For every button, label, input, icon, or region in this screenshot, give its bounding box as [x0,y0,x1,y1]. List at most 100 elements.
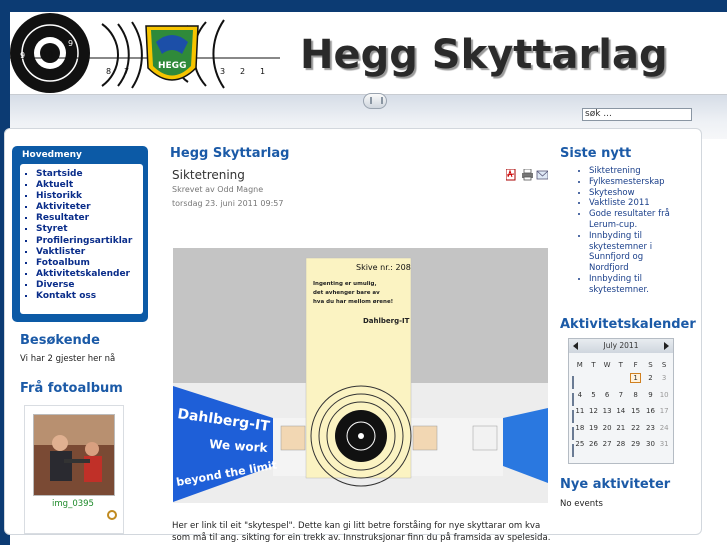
calendar-day[interactable]: 8 [628,387,644,404]
album-thumbnail: img_0395 [24,405,124,534]
calendar-day[interactable]: 5 [587,387,601,404]
quote-line: det avhenger bare av [313,290,380,296]
calendar-day-today[interactable]: 1 [628,370,644,387]
zoom-icon[interactable] [107,510,117,520]
calendar-day[interactable]: 16 [644,403,658,420]
search-input[interactable] [582,108,692,121]
main-menu-title: Hovedmeny [22,150,82,160]
calendar-day[interactable]: 25 [573,436,587,453]
calendar-day[interactable]: 13 [600,403,614,420]
weekday: F [633,360,638,369]
calendar-day[interactable]: 19 [587,420,601,437]
calendar-day[interactable]: 15 [628,403,644,420]
calendar-day[interactable]: 14 [614,403,628,420]
calendar-month: July 2011 [569,339,673,353]
news-title: Siste nytt [560,146,632,161]
calendar-day[interactable]: 31 [657,436,671,453]
calendar-day [600,370,614,387]
calendar-day[interactable]: 17 [657,403,671,420]
calendar-day[interactable]: 7 [614,387,628,404]
calendar-day[interactable]: 28 [614,436,628,453]
calendar-day[interactable]: 2 [644,370,658,387]
article-image[interactable]: Skive nr.: 208 Ingenting er umulig, det … [173,248,548,503]
news-item[interactable]: Innbyding til skytestemner i Sunnfjord o… [589,231,685,274]
calendar-day [573,370,587,387]
header-toggle-icon[interactable] [363,93,387,109]
news-item[interactable]: Gode resultater frå Lerum-cup. [589,209,685,231]
weekday: T [618,360,623,369]
menu-item-startside[interactable]: Startside [36,169,143,180]
calendar-grid: M T W T F S S 1 2 3 4 5 6 7 8 9 10 11 12… [573,359,671,453]
menu-item-diverse[interactable]: Diverse [36,280,143,291]
target-number: 2 [240,67,245,76]
album-caption[interactable]: img_0395 [25,499,121,509]
menu-item-styret[interactable]: Styret [36,224,143,235]
menu-item-fotoalbum[interactable]: Fotoalbum [36,258,143,269]
menu-item-resultater[interactable]: Resultater [36,213,143,224]
news-item[interactable]: Vaktliste 2011 [589,198,685,209]
calendar-day[interactable]: 20 [600,420,614,437]
menu-item-vaktlister[interactable]: Vaktlister [36,247,143,258]
album-photo[interactable] [33,414,115,496]
today-label: 1 [630,373,641,384]
calendar-day[interactable]: 23 [644,420,658,437]
site-title[interactable]: Hegg Skyttarlag [300,32,668,78]
news-item[interactable]: Fylkesmesterskap [589,177,685,188]
weekday: W [603,360,611,369]
menu-item-aktuelt[interactable]: Aktuelt [36,180,143,191]
section-title[interactable]: Hegg Skyttarlag [170,146,289,161]
calendar-day[interactable]: 9 [644,387,658,404]
calendar-day[interactable]: 12 [587,403,601,420]
calendar-day[interactable]: 27 [600,436,614,453]
menu-item-profileringsartiklar[interactable]: Profileringsartiklar [36,236,143,247]
next-month-icon[interactable] [664,342,669,350]
calendar-day[interactable]: 3 [657,370,671,387]
quote-line: hva du har mellom ørene! [313,299,393,305]
weekday: S [648,360,653,369]
pdf-icon[interactable] [506,169,516,181]
calendar-title: Aktivitetskalender [560,317,696,332]
prev-month-icon[interactable] [573,342,578,350]
events-title: Nye aktiviteter [560,477,671,492]
calendar-day[interactable]: 24 [657,420,671,437]
target-number: 9 [20,51,25,60]
target-number: 9 [68,39,73,48]
brand-text: Dahlberg-IT [363,317,410,325]
news-item[interactable]: Innbyding til skytestemner. [589,274,685,296]
menu-item-aktiviteter[interactable]: Aktiviteter [36,202,143,213]
visitors-title: Besøkende [20,333,100,348]
menu-item-kontakt-oss[interactable]: Kontakt oss [36,291,143,302]
main-menu: Hovedmeny Startside Aktuelt Historikk Ak… [12,146,148,322]
print-icon[interactable] [522,169,533,181]
article-author: Skrevet av Odd Magne [172,185,264,194]
calendar-day[interactable]: 18 [573,420,587,437]
weekday: S [661,360,667,369]
calendar-day[interactable]: 4 [573,387,587,404]
calendar-day[interactable]: 21 [614,420,628,437]
header-target-graphic: 9 10 9 8 7 3 2 1 HEGG [10,12,300,94]
calendar-day[interactable]: 30 [644,436,658,453]
target-number: 7 [124,67,129,76]
shooting-game-graphic: Skive nr.: 208 Ingenting er umulig, det … [173,248,548,503]
article-body: Her er link til eit "skytespel". Dette k… [172,521,551,543]
weekday: T [591,360,596,369]
calendar-day[interactable]: 10 [657,387,671,404]
album-title: Frå fotoalbum [20,381,123,396]
calendar-day[interactable]: 26 [587,436,601,453]
menu-item-aktivitetskalender[interactable]: Aktivitetskalender [36,269,143,280]
news-item[interactable]: Skyteshow [589,188,685,199]
weekday: M [576,360,583,369]
visitors-text: Vi har 2 gjester her nå [20,354,116,364]
calendar-day[interactable]: 29 [628,436,644,453]
site-header: 9 10 9 8 7 3 2 1 HEGG Hegg Skyttarlag [10,12,727,95]
article-tools [506,169,548,181]
calendar-day[interactable]: 6 [600,387,614,404]
menu-item-historikk[interactable]: Historikk [36,191,143,202]
email-icon[interactable] [536,170,548,180]
calendar-day [587,370,601,387]
club-emblem-icon: HEGG [145,25,199,81]
news-list: Siktetrening Fylkesmesterskap Skyteshow … [560,166,685,296]
calendar-day[interactable]: 11 [573,403,587,420]
news-item[interactable]: Siktetrening [589,166,685,177]
calendar-day[interactable]: 22 [628,420,644,437]
